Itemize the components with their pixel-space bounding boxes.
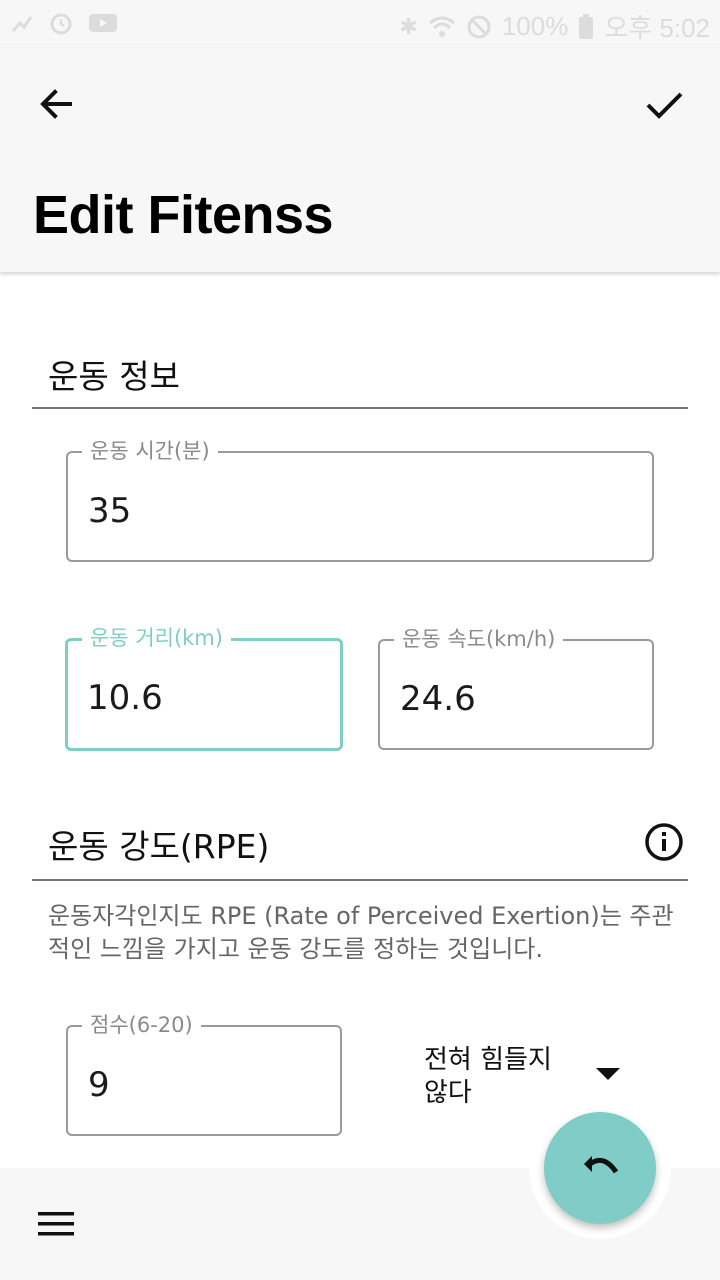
info-button[interactable] [644,822,684,862]
arrow-back-icon [40,89,72,119]
undo-fab[interactable] [544,1112,656,1224]
status-system: ✱ 100% 오후 5:02 [399,8,710,45]
distance-value: 10.6 [87,678,163,718]
notification-icon [11,16,33,32]
youtube-icon [89,14,117,32]
battery-icon [579,13,594,39]
status-time: 오후 5:02 [604,13,710,43]
dropdown-arrow-icon [596,1068,620,1080]
battery-percent: 100% [501,11,569,41]
speed-label: 운동 속도(km/h) [394,627,564,651]
divider [32,407,688,409]
distance-field[interactable]: 운동 거리(km) 10.6 [65,626,343,751]
alarm-icon [50,13,72,35]
score-field[interactable]: 점수(6-20) 9 [66,1013,342,1136]
app-bar: Edit Fitenss [0,48,720,272]
menu-icon [38,1212,74,1236]
intensity-level-value: 전혀 힘들지 않다 [424,1045,552,1108]
save-button[interactable] [640,80,688,128]
rpe-description: 운동자각인지도 RPE (Rate of Perceived Exertion)… [48,902,674,963]
distance-label: 운동 거리(km) [82,626,231,650]
status-bar: ✱ 100% 오후 5:02 [0,0,720,48]
menu-button[interactable] [32,1200,80,1248]
duration-value: 35 [88,491,132,531]
do-not-disturb-icon [467,15,491,38]
undo-icon [584,1156,619,1174]
section-title-exercise-info: 운동 정보 [48,357,180,396]
info-icon [645,823,683,861]
divider [32,879,688,881]
page-title: Edit Fitenss [33,185,334,245]
duration-label: 운동 시간(분) [82,439,218,463]
duration-field[interactable]: 운동 시간(분) 35 [66,439,654,562]
status-notifications [10,10,118,36]
back-button[interactable] [32,80,80,128]
speed-field[interactable]: 운동 속도(km/h) 24.6 [378,627,654,750]
speed-value: 24.6 [400,679,476,719]
check-icon [646,92,683,119]
score-value: 9 [88,1065,110,1105]
section-title-intensity: 운동 강도(RPE) [48,827,270,866]
score-label: 점수(6-20) [82,1013,201,1037]
wifi-icon [428,16,455,37]
bluetooth-icon: ✱ [399,13,418,39]
